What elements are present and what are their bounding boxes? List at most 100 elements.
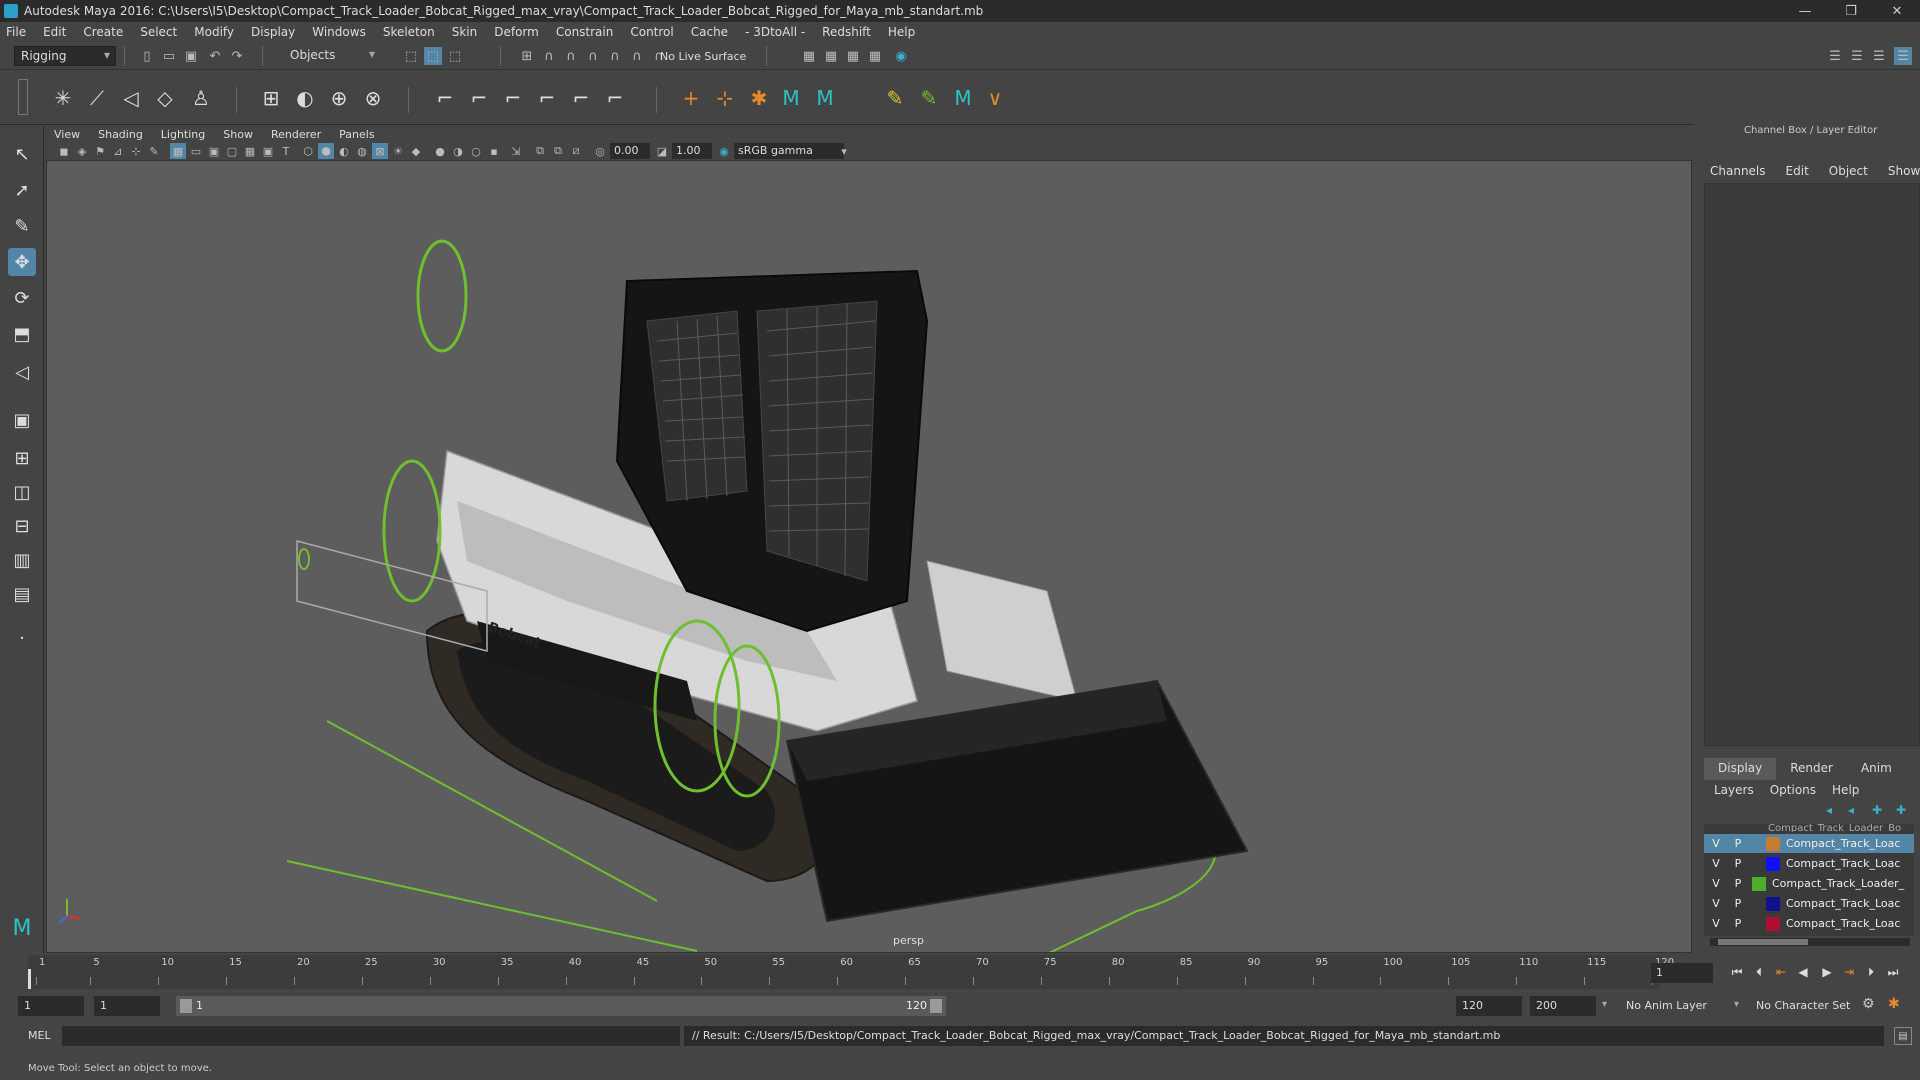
move-tool-icon[interactable]: ✥ bbox=[8, 248, 36, 276]
layer-row[interactable]: V P Compact_Track_Loac bbox=[1704, 894, 1914, 913]
layout-four-icon[interactable]: ⊞ bbox=[8, 444, 36, 472]
textured-icon[interactable]: ⊠ bbox=[372, 143, 388, 159]
grease-pencil-icon[interactable]: ✎ bbox=[146, 143, 162, 159]
gamma-icon[interactable]: ◪ bbox=[654, 143, 670, 159]
maya-script-3-icon[interactable]: M bbox=[948, 83, 978, 113]
gamma-field[interactable]: 1.00 bbox=[672, 143, 712, 159]
layer-color-swatch[interactable] bbox=[1766, 916, 1780, 931]
render-settings-icon[interactable]: ▦ bbox=[866, 47, 884, 65]
menu-constrain[interactable]: Constrain bbox=[556, 25, 614, 39]
render-frame-icon[interactable]: ▦ bbox=[822, 47, 840, 65]
depth-of-field-icon[interactable]: ▪ bbox=[486, 143, 502, 159]
layer-color-swatch[interactable] bbox=[1766, 836, 1780, 851]
mirror-weights-icon[interactable]: ∨ bbox=[980, 83, 1010, 113]
anim-layer-dropdown[interactable]: No Anim Layer bbox=[1626, 999, 1707, 1012]
paint-select-tool-icon[interactable]: ✎ bbox=[8, 212, 36, 240]
camera-attr-icon[interactable]: ◈ bbox=[74, 143, 90, 159]
open-scene-icon[interactable]: ▭ bbox=[160, 47, 178, 65]
options-menu[interactable]: Options bbox=[1770, 783, 1816, 797]
play-backward-icon[interactable]: ◀ bbox=[1794, 963, 1812, 981]
constraint-pole-icon[interactable]: ⌐ bbox=[600, 83, 630, 113]
layer-color-swatch[interactable] bbox=[1766, 896, 1780, 911]
minimize-button[interactable]: — bbox=[1782, 0, 1828, 22]
maya-script-icon[interactable]: M bbox=[776, 83, 806, 113]
view-transform-dropdown[interactable]: sRGB gamma bbox=[734, 143, 844, 159]
safe-action-icon[interactable]: ▣ bbox=[260, 143, 276, 159]
paint-skin-icon[interactable]: ✎ bbox=[914, 83, 944, 113]
channel-box-toggle-icon[interactable]: ☰ bbox=[1894, 47, 1912, 65]
image-plane-icon[interactable]: ⊿ bbox=[110, 143, 126, 159]
redo-icon[interactable]: ↷ bbox=[228, 47, 246, 65]
use-all-lights-icon[interactable]: ☀ bbox=[390, 143, 406, 159]
menuset-dropdown[interactable]: Rigging bbox=[14, 46, 116, 66]
exposure-field[interactable]: 0.00 bbox=[610, 143, 650, 159]
bind-skin-icon[interactable]: ⊞ bbox=[256, 83, 286, 113]
channels-menu[interactable]: Channels bbox=[1710, 164, 1766, 182]
menu-create[interactable]: Create bbox=[83, 25, 123, 39]
anti-aliasing-icon[interactable]: ○ bbox=[468, 143, 484, 159]
layout-graph-icon[interactable]: ▤ bbox=[8, 580, 36, 608]
use-default-material-icon[interactable]: ◐ bbox=[336, 143, 352, 159]
current-frame-field[interactable]: 1 bbox=[1651, 963, 1713, 983]
chevron-down-icon[interactable]: ▾ bbox=[1602, 999, 1607, 1010]
menu-display[interactable]: Display bbox=[251, 25, 295, 39]
snap-grid-icon[interactable]: ⊞ bbox=[518, 47, 536, 65]
save-scene-icon[interactable]: ▣ bbox=[182, 47, 200, 65]
object-menu[interactable]: Object bbox=[1829, 164, 1868, 182]
snap-curve-icon[interactable]: ∩ bbox=[540, 47, 558, 65]
lasso-tool-icon[interactable]: ➚ bbox=[8, 176, 36, 204]
visibility-toggle[interactable]: V bbox=[1708, 837, 1724, 850]
visibility-toggle[interactable]: V bbox=[1708, 917, 1724, 930]
close-button[interactable]: ✕ bbox=[1874, 0, 1920, 22]
layer-row[interactable]: V P Compact_Track_Loac bbox=[1704, 854, 1914, 873]
tab-render[interactable]: Render bbox=[1776, 758, 1847, 780]
live-surface-label[interactable]: No Live Surface bbox=[660, 50, 746, 63]
chevron-down-icon[interactable]: ▾ bbox=[1734, 999, 1739, 1010]
skeleton-icon[interactable]: ✱ bbox=[744, 83, 774, 113]
show-menu[interactable]: Show bbox=[1888, 164, 1920, 182]
layer-color-swatch[interactable] bbox=[1752, 876, 1766, 891]
scale-tool-icon[interactable]: ⬒ bbox=[8, 320, 36, 348]
layer-row-partial[interactable]: Compact_Track_Loader_Bo bbox=[1704, 824, 1914, 832]
layer-row[interactable]: V P Compact_Track_Loac bbox=[1704, 834, 1914, 853]
snap-view-plane-icon[interactable]: ∩ bbox=[584, 47, 602, 65]
ipr-render-icon[interactable]: ▦ bbox=[844, 47, 862, 65]
menu-modify[interactable]: Modify bbox=[194, 25, 234, 39]
insert-joint-icon[interactable]: ◇ bbox=[150, 83, 180, 113]
constraint-aim-icon[interactable]: ⌐ bbox=[464, 83, 494, 113]
range-slider[interactable]: 1 120 bbox=[176, 996, 946, 1016]
layout-two-stack-icon[interactable]: ⊟ bbox=[8, 512, 36, 540]
select-by-component-icon[interactable]: ⬚ bbox=[446, 47, 464, 65]
menu-help[interactable]: Help bbox=[888, 25, 915, 39]
new-layer-selected-icon[interactable]: ✚ bbox=[1896, 803, 1906, 817]
current-time-marker[interactable] bbox=[28, 969, 31, 989]
constraint-scale-icon[interactable]: ⌐ bbox=[532, 83, 562, 113]
playback-toggle[interactable]: P bbox=[1730, 897, 1746, 910]
range-start-handle[interactable] bbox=[180, 999, 192, 1013]
tab-display[interactable]: Display bbox=[1704, 758, 1777, 780]
field-chart-icon[interactable]: ▦ bbox=[242, 143, 258, 159]
new-layer-icon[interactable]: ✚ bbox=[1872, 803, 1882, 817]
step-back-icon[interactable]: ⏴ bbox=[1750, 963, 1768, 981]
playback-toggle[interactable]: P bbox=[1730, 917, 1746, 930]
snap-together-icon[interactable]: ∩ bbox=[628, 47, 646, 65]
lattice-icon[interactable]: ⊕ bbox=[324, 83, 354, 113]
bookmark-icon[interactable]: ⚑ bbox=[92, 143, 108, 159]
camera-icon[interactable]: ◼ bbox=[56, 143, 72, 159]
select-by-hierarchy-icon[interactable]: ⬚ bbox=[402, 47, 420, 65]
menu-windows[interactable]: Windows bbox=[312, 25, 366, 39]
locator-icon[interactable]: + bbox=[676, 83, 706, 113]
gate-mask-icon[interactable]: ▢ bbox=[224, 143, 240, 159]
select-tool-icon[interactable]: ↖ bbox=[8, 140, 36, 168]
maya-script-2-icon[interactable]: M bbox=[810, 83, 840, 113]
undo-icon[interactable]: ↶ bbox=[206, 47, 224, 65]
constraint-orient-icon[interactable]: ⌐ bbox=[498, 83, 528, 113]
panel-menu-view[interactable]: View bbox=[54, 128, 80, 141]
menu-edit[interactable]: Edit bbox=[43, 25, 66, 39]
command-input[interactable] bbox=[62, 1026, 680, 1046]
layout-two-side-icon[interactable]: ◫ bbox=[8, 478, 36, 506]
resolution-gate-icon[interactable]: ▣ bbox=[206, 143, 222, 159]
constraint-parent-icon[interactable]: ⌐ bbox=[566, 83, 596, 113]
tool-settings-icon[interactable]: ☰ bbox=[1870, 47, 1888, 65]
play-forward-icon[interactable]: ▶ bbox=[1818, 963, 1836, 981]
